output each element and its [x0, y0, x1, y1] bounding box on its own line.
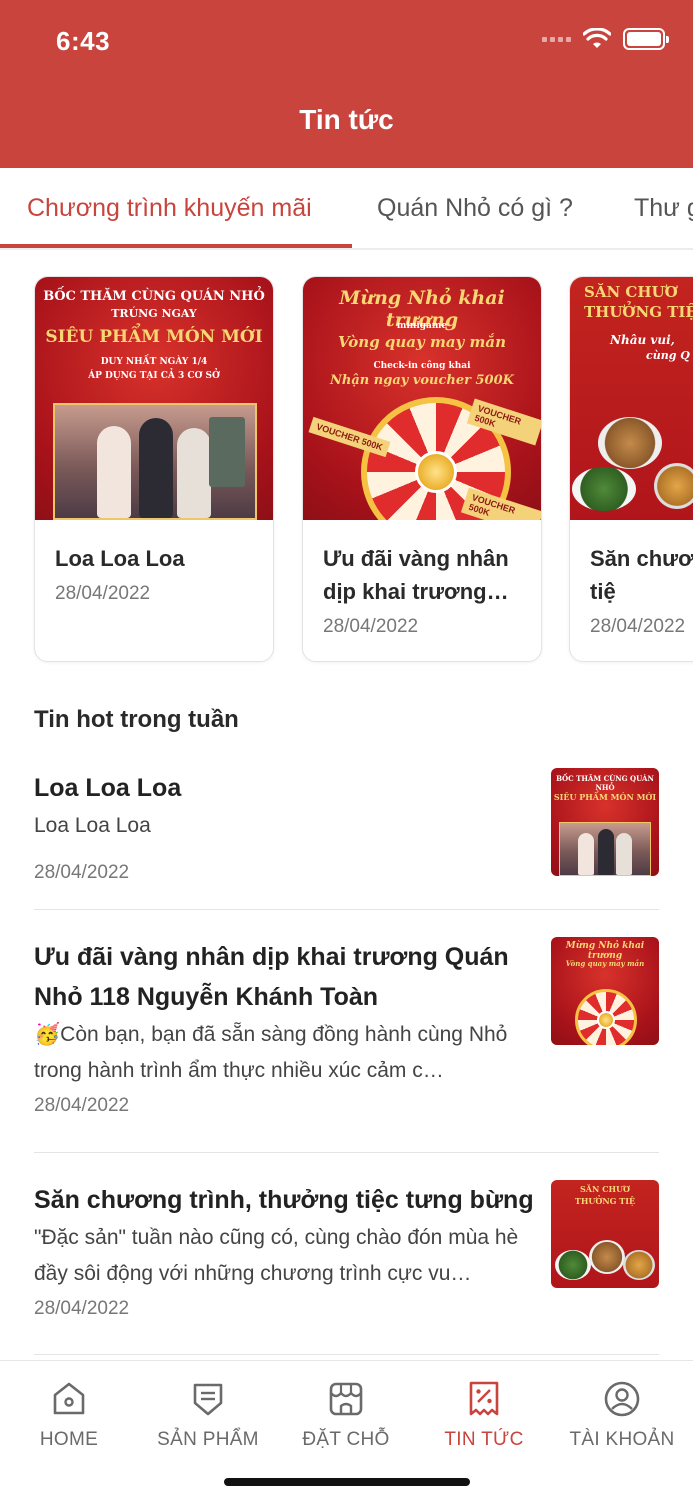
- wifi-icon: [583, 28, 611, 48]
- nav-label: HOME: [39, 1429, 99, 1450]
- nav-news[interactable]: TIN TỨC: [415, 1379, 553, 1451]
- promo-image-text: THƯỞNG TIỆ: [584, 303, 693, 321]
- tab-promotions[interactable]: Chương trình khuyến mãi: [27, 194, 312, 223]
- news-date: 28/04/2022: [34, 1298, 130, 1319]
- featured-card-title: Ưu đãi vàng nhân dịp khai trương…: [323, 546, 509, 604]
- promo-image-text: cùng Q: [646, 349, 690, 362]
- nav-label: TIN TỨC: [444, 1429, 524, 1450]
- promo-image-text: TRÚNG NGAY: [111, 307, 197, 320]
- nav-label: SẢN PHẨM: [157, 1429, 259, 1450]
- news-title: Săn chương trình, thưởng tiệc tưng bừng: [34, 1186, 534, 1214]
- news-title: Loa Loa Loa: [34, 774, 182, 802]
- wheel-hub: [415, 451, 457, 493]
- news-list-item[interactable]: Săn chương trình, thưởng tiệc tưng bừng …: [34, 1180, 659, 1330]
- news-icon: [469, 1381, 499, 1416]
- promo-image-text: THƯỞNG TIỆ: [574, 1196, 636, 1206]
- cellular-signal-icon: [542, 36, 571, 42]
- battery-icon: [623, 28, 669, 50]
- featured-card-date: 28/04/2022: [590, 616, 686, 637]
- promo-image-text: Mừng Nhỏ khai trương: [565, 941, 645, 961]
- promo-image-text: Vòng quay may mắn: [565, 959, 645, 968]
- page-title: Tin tức: [299, 104, 394, 135]
- promo-image-text: Vòng quay may mắn: [338, 333, 506, 351]
- promo-image-text: Nhận ngay voucher 500K: [330, 373, 514, 388]
- home-icon: [53, 1382, 85, 1415]
- featured-card-image: BỐC THĂM CÙNG QUÁN NHỎ TRÚNG NGAY SIÊU P…: [35, 277, 273, 520]
- app-header: 6:43 Tin tức: [0, 0, 693, 168]
- news-date: 28/04/2022: [34, 1095, 130, 1116]
- promo-image-text: Nhâu vui,: [610, 333, 675, 347]
- food-dish: [654, 463, 693, 509]
- news-description: Loa Loa Loa: [34, 814, 151, 837]
- promo-image-text: BỐC THĂM CÙNG QUÁN NHỎ: [43, 289, 265, 304]
- featured-card-date: 28/04/2022: [55, 583, 151, 604]
- home-indicator[interactable]: [224, 1478, 470, 1486]
- news-description: 🥳Còn bạn, bạn đã sẵn sàng đồng hành cùng…: [34, 1023, 508, 1082]
- nav-products[interactable]: SẢN PHẨM: [139, 1379, 277, 1451]
- food-dish: [623, 1250, 655, 1280]
- featured-card-title: Săn chươ thưởng tiệ: [590, 546, 693, 604]
- food-dish: [572, 467, 636, 511]
- nav-booking[interactable]: ĐẶT CHỖ: [277, 1379, 415, 1451]
- promo-image-text: SĂN CHƯƠ: [580, 1184, 630, 1194]
- nav-label: ĐẶT CHỖ: [302, 1429, 390, 1450]
- promo-image-text: BỐC THĂM CÙNG QUÁN NHỎ: [556, 774, 654, 792]
- food-dish: [598, 417, 662, 469]
- category-tabs: Chương trình khuyến mãi Quán Nhỏ có gì ?…: [0, 168, 693, 250]
- divider: [34, 909, 659, 910]
- food-dish: [555, 1250, 591, 1280]
- promo-image-text: DUY NHẤT NGÀY 1/4: [100, 357, 208, 367]
- store-icon: [329, 1382, 363, 1416]
- nav-account[interactable]: TÀI KHOẢN: [553, 1379, 691, 1451]
- featured-card-image: SĂN CHƯƠ THƯỞNG TIỆ Nhâu vui, cùng Q: [570, 277, 693, 520]
- promo-image-text: ÁP DỤNG TẠI CẢ 3 CƠ SỞ: [88, 371, 220, 381]
- wheel-hub: [597, 1011, 615, 1029]
- food-dish: [589, 1240, 625, 1274]
- promo-image-text: SĂN CHƯƠ: [584, 283, 678, 301]
- status-time: 6:43: [56, 26, 111, 56]
- featured-carousel[interactable]: BỐC THĂM CÙNG QUÁN NHỎ TRÚNG NGAY SIÊU P…: [0, 276, 693, 666]
- news-title: Ưu đãi vàng nhân dịp khai trương Quán Nh…: [34, 943, 509, 1011]
- news-description: "Đặc sản" tuần nào cũng có, cùng chào đó…: [34, 1226, 519, 1285]
- tab-quan-nho[interactable]: Quán Nhỏ có gì ?: [377, 194, 573, 223]
- news-thumbnail: BỐC THĂM CÙNG QUÁN NHỎ SIÊU PHẨM MÓN MỚI: [551, 768, 659, 876]
- news-thumbnail: SĂN CHƯƠ THƯỞNG TIỆ: [551, 1180, 659, 1288]
- tab-third[interactable]: Thư g: [634, 194, 693, 223]
- divider: [34, 1354, 659, 1355]
- featured-card[interactable]: Mừng Nhỏ khai trương minigame Vòng quay …: [302, 276, 542, 662]
- account-icon: [604, 1381, 640, 1417]
- nav-home[interactable]: HOME: [0, 1379, 138, 1451]
- promo-photo: [53, 403, 257, 520]
- hot-news-section-title: Tin hot trong tuần: [34, 706, 239, 733]
- product-icon: [193, 1383, 223, 1416]
- promo-image-text: SIÊU PHẨM MÓN MỚI: [45, 327, 263, 347]
- promo-image-text: SIÊU PHẨM MÓN MỚI: [553, 792, 657, 802]
- featured-card-title: Loa Loa Loa: [55, 546, 185, 571]
- news-list-item[interactable]: Loa Loa Loa Loa Loa Loa 28/04/2022 BỐC T…: [34, 768, 659, 888]
- promo-image-text: minigame: [396, 321, 448, 331]
- promo-photo: [559, 822, 651, 876]
- promo-image-text: Check-in công khai: [373, 361, 471, 371]
- featured-card[interactable]: BỐC THĂM CÙNG QUÁN NHỎ TRÚNG NGAY SIÊU P…: [34, 276, 274, 662]
- news-date: 28/04/2022: [34, 862, 130, 883]
- news-list-item[interactable]: Ưu đãi vàng nhân dịp khai trương Quán Nh…: [34, 937, 659, 1127]
- featured-card[interactable]: SĂN CHƯƠ THƯỞNG TIỆ Nhâu vui, cùng Q Săn…: [569, 276, 693, 662]
- status-icons: [542, 28, 669, 50]
- divider: [34, 1152, 659, 1153]
- featured-card-date: 28/04/2022: [323, 616, 419, 637]
- news-thumbnail: Mừng Nhỏ khai trương Vòng quay may mắn: [551, 937, 659, 1045]
- nav-label: TÀI KHOẢN: [569, 1429, 675, 1450]
- active-tab-indicator: [0, 244, 352, 248]
- featured-card-image: Mừng Nhỏ khai trương minigame Vòng quay …: [303, 277, 541, 520]
